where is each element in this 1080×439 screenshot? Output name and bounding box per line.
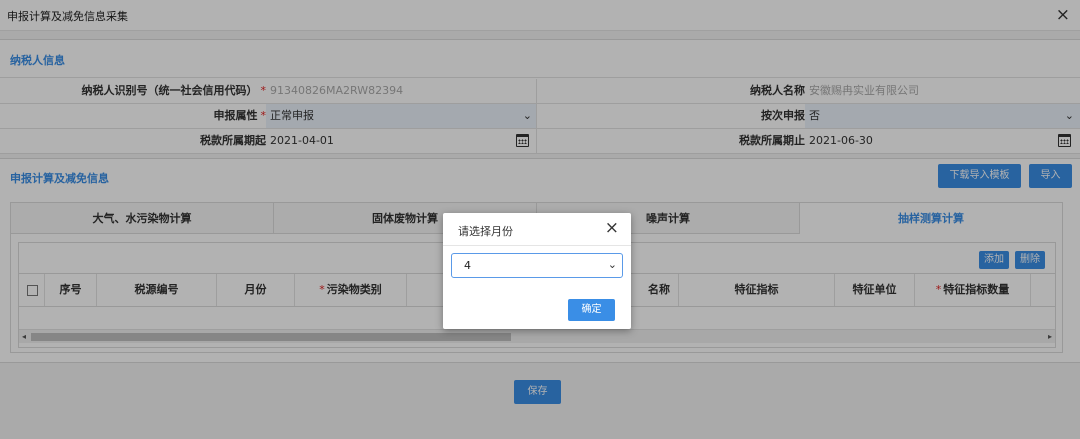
dialog-header: 请选择月份 × [443,213,631,246]
confirm-button[interactable]: 确定 [568,299,615,321]
month-select-value: 4 [464,259,471,272]
dialog-title: 请选择月份 [458,225,513,238]
close-icon[interactable]: × [605,218,619,238]
chevron-down-icon: ⌄ [607,258,617,271]
month-select-dialog: 请选择月份 × 4 ⌄ 确定 [443,213,631,329]
month-select[interactable]: 4 ⌄ [451,253,623,278]
